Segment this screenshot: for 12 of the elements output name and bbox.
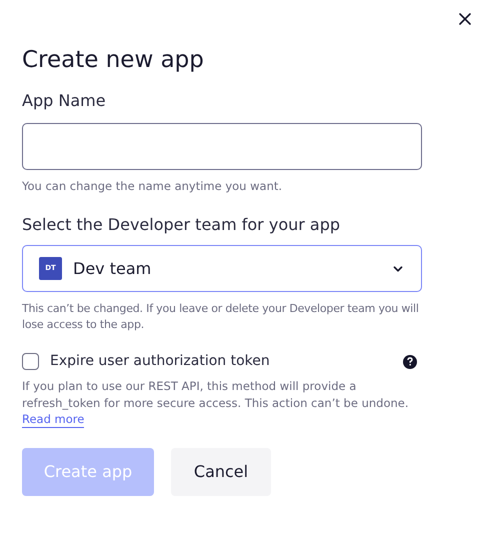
field-label: App Name — [22, 90, 106, 112]
app-name-field[interactable] — [22, 123, 422, 170]
hint-text: This can’t be changed. If you leave or delete your Developer team you will lose access to the app. — [22, 301, 420, 333]
checkbox-label: Expire user authorization token — [50, 352, 271, 371]
field-label: Select the Developer team for your app — [22, 214, 340, 236]
help-text: If you plan to use our REST API, this method will provide a refresh_token for more secure access. This action can’t be undone. — [22, 378, 410, 411]
help-icon[interactable] — [403, 354, 417, 368]
read-more-link[interactable]: Read more — [22, 411, 84, 428]
cancel-button[interactable]: Cancel — [171, 448, 271, 496]
dialog-title: Create new app — [22, 46, 205, 75]
hint-text: You can change the name anytime you want. — [22, 178, 282, 194]
checkbox[interactable] — [22, 353, 39, 370]
